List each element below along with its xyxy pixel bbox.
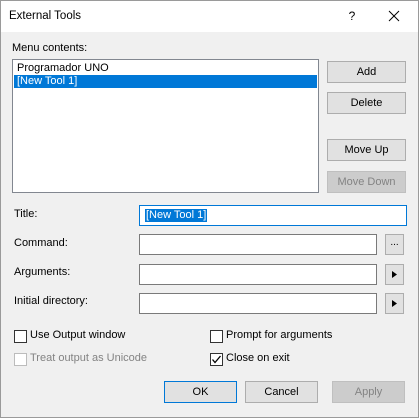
prompt-for-arguments-checkbox[interactable] [210, 330, 223, 343]
dialog-body: Menu contents: Programador UNO [New Tool… [1, 32, 418, 417]
title-field-value: [New Tool 1] [145, 209, 208, 222]
list-item-label: [New Tool 1] [17, 75, 78, 87]
use-output-window-checkbox[interactable] [14, 330, 27, 343]
menu-contents-list[interactable]: Programador UNO [New Tool 1] [12, 59, 319, 193]
prompt-for-arguments-label: Prompt for arguments [226, 329, 333, 341]
command-field[interactable] [139, 234, 377, 255]
add-button[interactable]: Add [327, 61, 406, 83]
title-label: Title: [14, 208, 38, 220]
close-on-exit-label: Close on exit [226, 352, 290, 364]
triangle-right-icon [392, 271, 397, 278]
menu-contents-label: Menu contents: [12, 42, 88, 54]
title-bar: External Tools ? [1, 1, 418, 32]
arguments-label: Arguments: [14, 266, 71, 278]
external-tools-dialog: External Tools ? Menu contents: Programa… [0, 0, 419, 418]
initial-directory-label: Initial directory: [14, 295, 88, 307]
arguments-menu-button[interactable] [385, 264, 404, 285]
close-icon[interactable] [383, 6, 405, 26]
list-item[interactable]: Programador UNO [14, 62, 317, 75]
move-down-button[interactable]: Move Down [327, 171, 406, 193]
list-item-label: Programador UNO [17, 62, 109, 74]
title-field[interactable]: [New Tool 1] [139, 205, 407, 226]
arguments-field[interactable] [139, 264, 377, 285]
triangle-right-icon [392, 300, 397, 307]
command-label: Command: [14, 237, 68, 249]
command-browse-button[interactable]: ... [385, 234, 404, 255]
move-up-button[interactable]: Move Up [327, 139, 406, 161]
help-button[interactable]: ? [344, 8, 360, 24]
close-on-exit-checkbox[interactable] [210, 353, 223, 366]
list-item-selected[interactable]: [New Tool 1] [14, 75, 317, 88]
initial-directory-menu-button[interactable] [385, 293, 404, 314]
treat-output-unicode-label: Treat output as Unicode [30, 352, 147, 364]
checkmark-icon [212, 355, 221, 364]
apply-button[interactable]: Apply [332, 381, 405, 403]
ok-button[interactable]: OK [164, 381, 237, 403]
initial-directory-field[interactable] [139, 293, 377, 314]
cancel-button[interactable]: Cancel [245, 381, 318, 403]
delete-button[interactable]: Delete [327, 92, 406, 114]
use-output-window-label: Use Output window [30, 329, 126, 341]
treat-output-unicode-checkbox[interactable] [14, 353, 27, 366]
window-title: External Tools [9, 10, 82, 22]
